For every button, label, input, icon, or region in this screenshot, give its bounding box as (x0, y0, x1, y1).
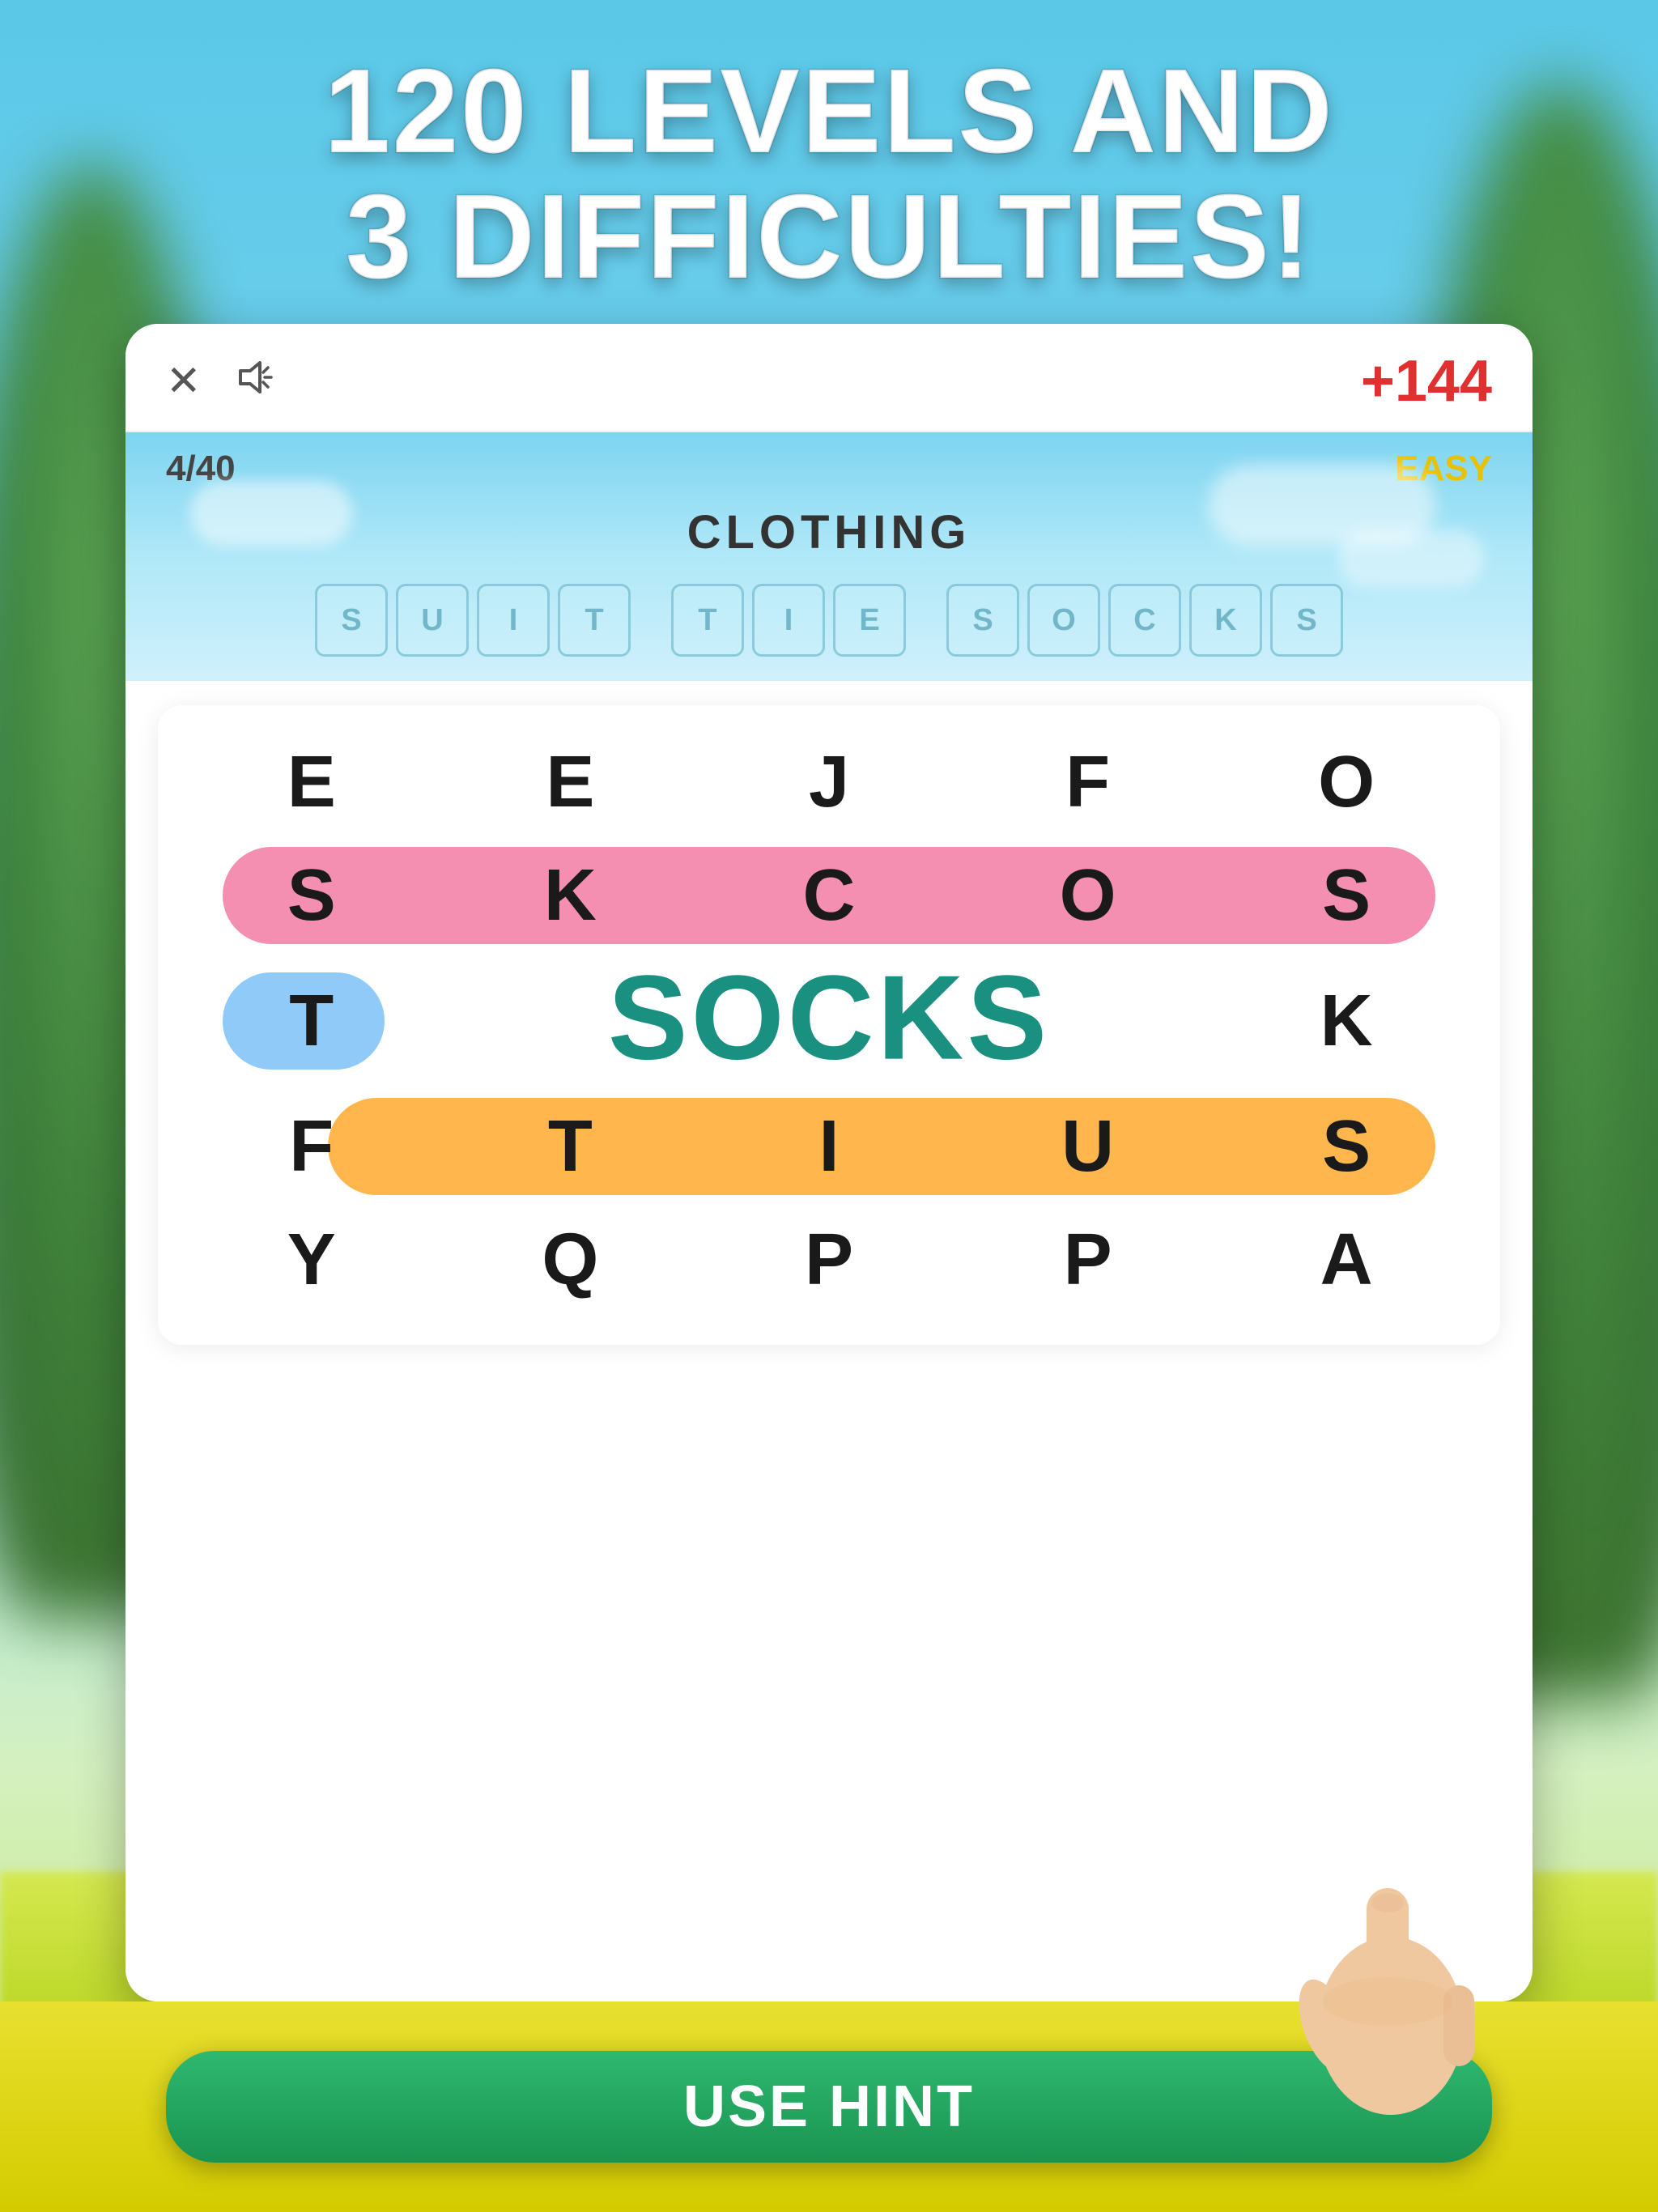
sound-button[interactable] (234, 356, 276, 407)
answer-tile: S (946, 584, 1019, 657)
cell-4-1: Q (517, 1207, 623, 1312)
cloud-1 (190, 481, 352, 546)
cell-3-3: U (1035, 1094, 1141, 1199)
answer-tile: C (1108, 584, 1181, 657)
answer-tile: O (1027, 584, 1100, 657)
answer-tile-space (914, 584, 938, 657)
hand-icon (1286, 1840, 1496, 2147)
close-button[interactable]: ✕ (166, 360, 202, 402)
top-bar: ✕ +144 (125, 324, 1533, 432)
header-section: 120 LEVELS AND 3 DIFFICULTIES! (0, 49, 1658, 300)
sky-area: 4/40 EASY CLOTHING S U I T T I E S O C K… (125, 432, 1533, 681)
answer-tile: T (558, 584, 631, 657)
cell-4-2: P (776, 1207, 882, 1312)
cell-1-3: O (1035, 843, 1141, 948)
answer-tile-space (639, 584, 663, 657)
grid-area: E E J F O S K C O S SOCKS T (125, 681, 1533, 1377)
cell-3-0: F (259, 1094, 364, 1199)
top-bar-left: ✕ (166, 356, 276, 407)
cell-1-1: K (517, 843, 623, 948)
answer-tile: T (671, 584, 744, 657)
cell-0-0: E (259, 730, 364, 835)
header-title: 120 LEVELS AND 3 DIFFICULTIES! (0, 49, 1658, 300)
socks-word-overlay: SOCKS (182, 950, 1476, 1087)
grid-row-2: S K C O S (182, 843, 1476, 948)
cell-4-0: Y (259, 1207, 364, 1312)
answer-tile: E (833, 584, 906, 657)
score-display: +144 (1361, 348, 1492, 415)
answer-tile: K (1189, 584, 1262, 657)
answer-tile: S (315, 584, 388, 657)
orange-highlight (328, 1098, 1435, 1195)
grid-row-3: SOCKS T K (182, 956, 1476, 1086)
cell-3-2: I (776, 1094, 882, 1199)
letter-grid: E E J F O S K C O S SOCKS T (158, 705, 1500, 1345)
cell-3-4: S (1294, 1094, 1399, 1199)
cell-1-4: S (1294, 843, 1399, 948)
cell-1-0: S (259, 843, 364, 948)
cell-0-2: J (776, 730, 882, 835)
cell-1-2: C (776, 843, 882, 948)
answer-tile: I (477, 584, 550, 657)
hand-pointer (1286, 1840, 1496, 2147)
grid-row-1: E E J F O (182, 730, 1476, 835)
cloud-3 (1338, 530, 1484, 586)
cell-4-4: A (1294, 1207, 1399, 1312)
game-window: ✕ +144 4/40 EASY CLOTHING (125, 324, 1533, 2001)
cell-0-1: E (517, 730, 623, 835)
answer-tile: S (1270, 584, 1343, 657)
grid-row-4: F T I U S (182, 1094, 1476, 1199)
cell-4-3: P (1035, 1207, 1141, 1312)
answer-tile: U (396, 584, 469, 657)
answer-tile: I (752, 584, 825, 657)
cell-0-3: F (1035, 730, 1141, 835)
answer-tiles: S U I T T I E S O C K S (166, 584, 1492, 657)
grid-row-5: Y Q P P A (182, 1207, 1476, 1312)
cell-0-4: O (1294, 730, 1399, 835)
cell-3-1: T (517, 1094, 623, 1199)
